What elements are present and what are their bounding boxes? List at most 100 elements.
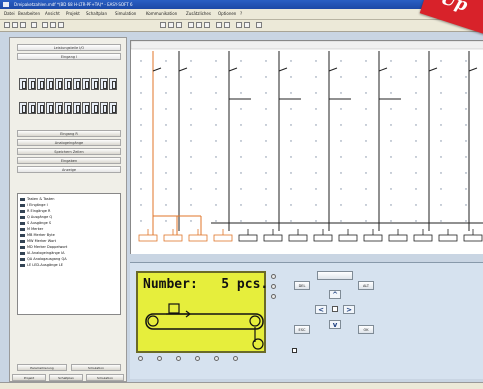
tree-item[interactable]: M Merker	[20, 227, 43, 231]
run-icon[interactable]	[216, 22, 222, 28]
parametrization-button[interactable]: Parametrierung	[17, 364, 67, 371]
dip-switch[interactable]	[55, 78, 63, 90]
input-led[interactable]	[195, 356, 200, 361]
tab-power-io[interactable]: Leistungsteile I/O	[17, 44, 121, 51]
tree-item[interactable]: S Ausgänge S	[20, 221, 51, 225]
del-button[interactable]: DEL	[294, 281, 310, 290]
zoom-out-icon[interactable]	[168, 22, 174, 28]
dip-switch[interactable]	[91, 78, 99, 90]
grid-dot	[290, 156, 292, 158]
tree-item[interactable]: I Eingänge I	[20, 203, 48, 207]
menu-item[interactable]: Simulation	[115, 11, 136, 16]
mode-button[interactable]	[317, 271, 353, 280]
input-led[interactable]	[233, 356, 238, 361]
tab-input-i[interactable]: Eingang I	[17, 53, 121, 60]
tab-project[interactable]: Projekt	[12, 374, 46, 381]
menu-item[interactable]: Bearbeiten	[18, 11, 40, 16]
tab-circuit-diagram[interactable]: Schaltplan	[49, 374, 83, 381]
dip-switch[interactable]	[19, 78, 27, 90]
zoom-in-icon[interactable]	[160, 22, 166, 28]
tree-item[interactable]: Tasten & Tasten	[20, 197, 55, 201]
arrow-down-button[interactable]: v	[329, 320, 341, 329]
menu-item[interactable]: Datei	[4, 11, 15, 16]
tab-memory-rows[interactable]: Speichern Zeilen	[17, 148, 121, 155]
print-icon[interactable]	[31, 22, 37, 28]
grid-dot	[140, 60, 142, 62]
tree-item[interactable]: Q Ausgänge Q	[20, 215, 52, 219]
dip-switch[interactable]	[109, 102, 117, 114]
copy-icon[interactable]	[50, 22, 56, 28]
menu-item[interactable]: Ansicht	[45, 11, 60, 16]
dip-switch[interactable]	[73, 78, 81, 90]
record-icon[interactable]	[236, 22, 242, 28]
alt-button[interactable]: ALT	[358, 281, 374, 290]
dip-switch[interactable]	[82, 102, 90, 114]
grid-dot	[190, 124, 192, 126]
input-led[interactable]	[138, 356, 143, 361]
simulation-button[interactable]: Simulation	[71, 364, 121, 371]
tab-display[interactable]: Anzeige	[17, 166, 121, 173]
grid-dot	[440, 172, 442, 174]
tree-item[interactable]: R Eingänge R	[20, 209, 50, 213]
input-led[interactable]	[214, 356, 219, 361]
input-led[interactable]	[157, 356, 162, 361]
grid-dot	[340, 172, 342, 174]
coil-icon[interactable]	[204, 22, 210, 28]
step-icon[interactable]	[244, 22, 250, 28]
tree-item[interactable]: MW Merker Wort	[20, 239, 56, 243]
dip-switch[interactable]	[109, 78, 117, 90]
dip-switch[interactable]	[100, 78, 108, 90]
menu-item[interactable]: Projekt	[66, 11, 80, 16]
cut-icon[interactable]	[42, 22, 48, 28]
dip-switch[interactable]	[37, 102, 45, 114]
input-led[interactable]	[176, 356, 181, 361]
grid-icon[interactable]	[188, 22, 194, 28]
dip-switch[interactable]	[64, 102, 72, 114]
ok-button[interactable]: OK	[358, 325, 374, 334]
stop-icon[interactable]	[224, 22, 230, 28]
grid-dot	[465, 124, 467, 126]
tab-inputs[interactable]: Eingaben	[17, 157, 121, 164]
circuit-diagram[interactable]	[130, 40, 483, 254]
menu-item[interactable]: ?	[240, 11, 242, 16]
menu-item[interactable]: Optionen	[218, 11, 236, 16]
menu-item[interactable]: Zusätzliches	[186, 11, 211, 16]
dip-switch[interactable]	[73, 102, 81, 114]
open-icon[interactable]	[12, 22, 18, 28]
dip-switch[interactable]	[64, 78, 72, 90]
help-icon[interactable]	[256, 22, 262, 28]
tree-item[interactable]: LE LED-Ausgänge LE	[20, 263, 63, 267]
tree-item[interactable]: IA Analogeingänge IA	[20, 251, 64, 255]
arrow-up-button[interactable]: ^	[329, 290, 341, 299]
tree-item[interactable]: MD Merker Doppelwort	[20, 245, 67, 249]
menu-item[interactable]: Kommunikation	[146, 11, 177, 16]
grid-dot	[140, 76, 142, 78]
dip-switch[interactable]	[91, 102, 99, 114]
dip-switch[interactable]	[55, 102, 63, 114]
dip-switch[interactable]	[28, 102, 36, 114]
dip-switch[interactable]	[37, 78, 45, 90]
dip-switch[interactable]	[46, 78, 54, 90]
tree-item[interactable]: MB Merker Byte	[20, 233, 55, 237]
dip-switch[interactable]	[82, 78, 90, 90]
tab-analog-inputs[interactable]: Analogeingänge	[17, 139, 121, 146]
tree-item[interactable]: QA Analogausgang QA	[20, 257, 67, 261]
zoom-fit-icon[interactable]	[176, 22, 182, 28]
new-icon[interactable]	[4, 22, 10, 28]
grid-dot	[315, 172, 317, 174]
save-icon[interactable]	[20, 22, 26, 28]
esc-button[interactable]: ESC	[294, 325, 310, 334]
tab-simulation[interactable]: Simulation	[86, 374, 124, 381]
grid-dot	[390, 92, 392, 94]
grid-dot	[315, 92, 317, 94]
dip-switch[interactable]	[19, 102, 27, 114]
tab-input-r[interactable]: Eingang R	[17, 130, 121, 137]
arrow-left-button[interactable]: <	[315, 305, 327, 314]
dip-switch[interactable]	[28, 78, 36, 90]
arrow-right-button[interactable]: >	[343, 305, 355, 314]
paste-icon[interactable]	[58, 22, 64, 28]
dip-switch[interactable]	[46, 102, 54, 114]
dip-switch[interactable]	[100, 102, 108, 114]
contact-icon[interactable]	[196, 22, 202, 28]
menu-item[interactable]: Schaltplan	[86, 11, 107, 16]
